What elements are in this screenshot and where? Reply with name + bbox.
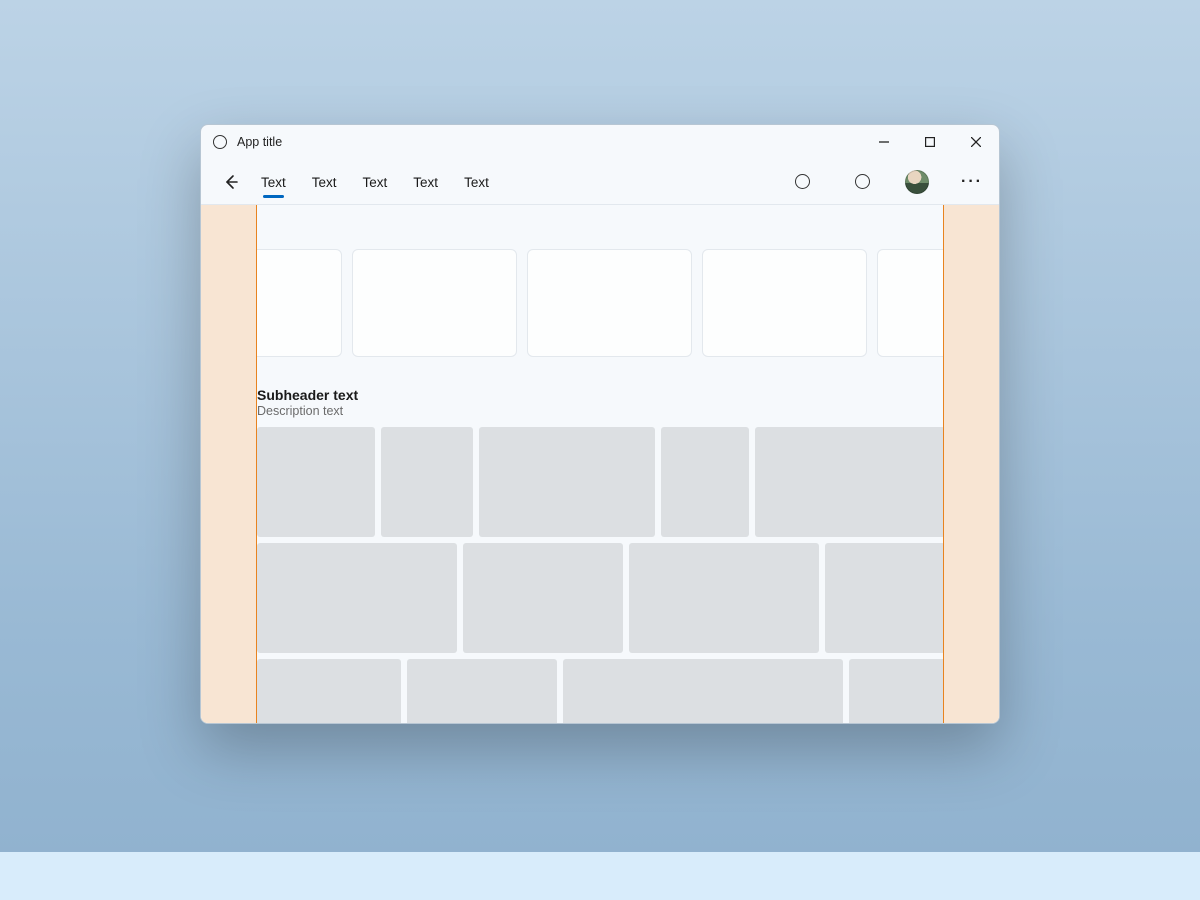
carousel-card[interactable] <box>702 249 867 357</box>
maximize-button[interactable] <box>907 125 953 159</box>
carousel-card[interactable] <box>527 249 692 357</box>
close-icon <box>971 137 981 147</box>
section-description: Description text <box>257 404 943 418</box>
minimize-icon <box>879 137 889 147</box>
maximize-icon <box>925 137 935 147</box>
grid-row <box>257 543 943 653</box>
grid-tile[interactable] <box>381 427 473 537</box>
back-arrow-icon <box>223 174 239 190</box>
design-guide-right <box>943 205 999 723</box>
grid-tile[interactable] <box>257 427 375 537</box>
grid-tile[interactable] <box>479 427 655 537</box>
section-subheader: Subheader text <box>257 387 943 403</box>
close-button[interactable] <box>953 125 999 159</box>
app-title: App title <box>237 135 282 149</box>
card-carousel[interactable] <box>257 249 943 357</box>
tab-strip: Text Text Text Text Text <box>261 163 489 200</box>
header-action-2[interactable] <box>845 165 879 199</box>
grid-row <box>257 659 943 723</box>
app-icon <box>213 135 227 149</box>
tab-4[interactable]: Text <box>413 163 438 200</box>
more-icon: ··· <box>961 173 983 191</box>
app-window: App title Text Text Text Text Text ··· <box>200 124 1000 724</box>
circle-icon <box>795 174 810 189</box>
more-button[interactable]: ··· <box>955 165 989 199</box>
circle-icon <box>855 174 870 189</box>
tab-5[interactable]: Text <box>464 163 489 200</box>
carousel-card[interactable] <box>352 249 517 357</box>
grid-row <box>257 427 943 537</box>
client-area: Subheader text Description text <box>201 205 999 723</box>
command-bar: Text Text Text Text Text ··· <box>201 159 999 205</box>
grid-tile[interactable] <box>629 543 819 653</box>
grid-tile[interactable] <box>257 543 457 653</box>
grid-tile[interactable] <box>257 659 401 723</box>
tab-1[interactable]: Text <box>261 163 286 200</box>
grid-tile[interactable] <box>825 543 943 653</box>
carousel-card[interactable] <box>877 249 943 357</box>
back-button[interactable] <box>215 166 247 198</box>
grid-tile[interactable] <box>463 543 623 653</box>
avatar[interactable] <box>905 170 929 194</box>
section-header: Subheader text Description text <box>257 387 943 418</box>
taskbar <box>0 852 1200 900</box>
tab-2[interactable]: Text <box>312 163 337 200</box>
grid-tile[interactable] <box>661 427 749 537</box>
grid-tile[interactable] <box>755 427 943 537</box>
header-action-1[interactable] <box>785 165 819 199</box>
grid-tile[interactable] <box>563 659 843 723</box>
carousel-card[interactable] <box>257 249 342 357</box>
content-region: Subheader text Description text <box>257 205 943 723</box>
tab-3[interactable]: Text <box>363 163 388 200</box>
grid-tile[interactable] <box>849 659 943 723</box>
titlebar[interactable]: App title <box>201 125 999 159</box>
grid-tile[interactable] <box>407 659 557 723</box>
minimize-button[interactable] <box>861 125 907 159</box>
design-guide-left <box>201 205 257 723</box>
